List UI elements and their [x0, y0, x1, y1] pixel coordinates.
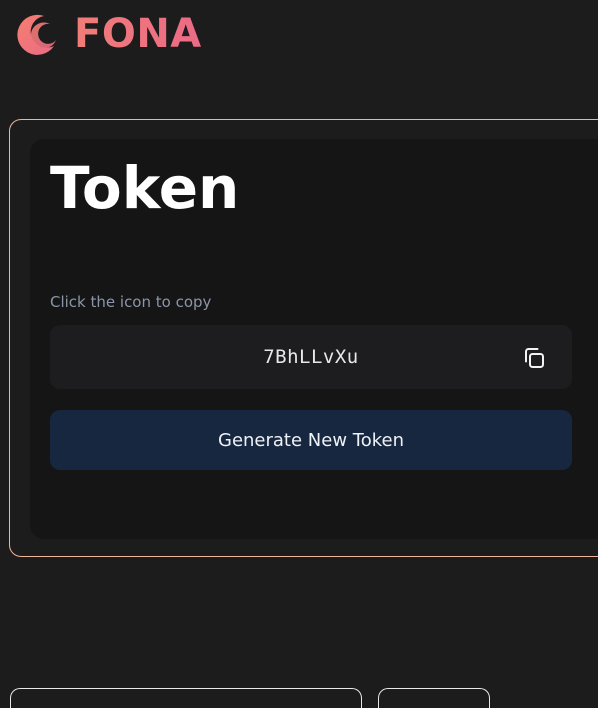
generate-token-button[interactable]: Generate New Token: [50, 410, 572, 470]
bottom-action-button-right[interactable]: [378, 688, 490, 708]
token-value: 7BhLLvXu: [263, 346, 359, 368]
copy-icon[interactable]: [522, 346, 546, 370]
copy-hint: Click the icon to copy: [50, 293, 212, 311]
token-display: 7BhLLvXu: [50, 325, 572, 389]
bottom-action-button-left[interactable]: [10, 688, 362, 708]
crescent-logo-icon[interactable]: [10, 10, 58, 58]
brand-name[interactable]: FONA: [74, 10, 202, 58]
page-title: Token: [50, 154, 240, 222]
header: FONA: [10, 10, 202, 58]
